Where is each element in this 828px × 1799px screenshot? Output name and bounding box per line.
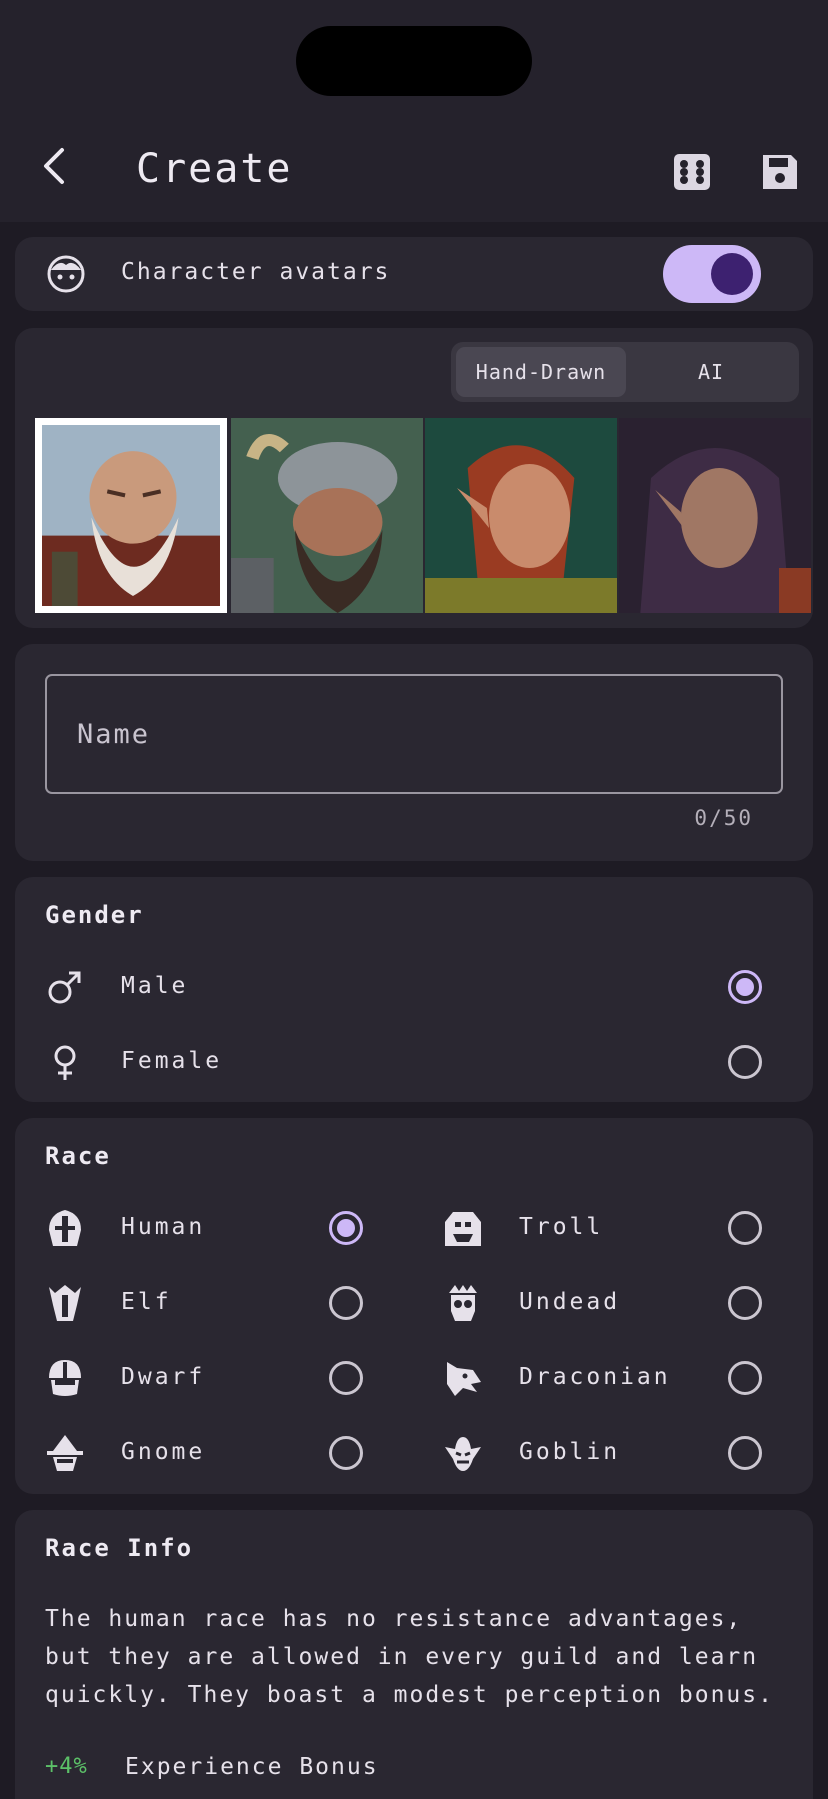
back-button[interactable]: [28, 138, 80, 194]
race-label-dwarf: Dwarf: [121, 1364, 206, 1390]
race-option-draconian[interactable]: Draconian: [443, 1348, 783, 1408]
race-label-undead: Undead: [519, 1289, 621, 1315]
gender-card: Gender Male Female: [15, 877, 813, 1102]
race-label-gnome: Gnome: [121, 1439, 206, 1465]
goblin-icon: [445, 1437, 481, 1471]
radio-female[interactable]: [728, 1045, 762, 1079]
segment-hand-drawn[interactable]: Hand-Drawn: [456, 347, 626, 397]
race-option-gnome[interactable]: Gnome: [45, 1423, 405, 1483]
race-label-goblin: Goblin: [519, 1439, 621, 1465]
name-char-counter: 0/50: [694, 806, 753, 830]
portrait-elf-red-hair[interactable]: [425, 418, 617, 613]
radio-goblin[interactable]: [728, 1436, 762, 1470]
race-option-human[interactable]: Human: [45, 1198, 405, 1258]
avatar-picker-card: Hand-Drawn AI: [15, 328, 813, 628]
elf-helmet-icon: [49, 1285, 81, 1321]
chevron-left-icon: [44, 148, 64, 184]
male-symbol-icon: [48, 971, 81, 1004]
female-symbol-icon: [54, 1045, 76, 1080]
race-info-card: Race Info The human race has no resistan…: [15, 1510, 813, 1799]
race-card: Race Human Troll Elf Undead Dwarf Dracon…: [15, 1118, 813, 1494]
portrait-carousel: [35, 418, 813, 613]
avatar-style-segmented-control: Hand-Drawn AI: [451, 342, 799, 402]
toggle-knob: [711, 253, 753, 295]
human-helmet-icon: [49, 1210, 81, 1246]
dragon-head-icon: [447, 1362, 481, 1396]
avatars-toggle-label: Character avatars: [121, 259, 391, 285]
name-field[interactable]: [45, 674, 783, 794]
bonus-label: Experience Bonus: [125, 1754, 379, 1780]
radio-male[interactable]: [728, 970, 762, 1004]
gnome-icon: [47, 1435, 83, 1471]
camera-notch: [296, 26, 532, 96]
elf-dark-hair-portrait: [619, 418, 811, 613]
floppy-disk-icon: [763, 155, 797, 189]
segment-ai[interactable]: AI: [631, 347, 791, 397]
skull-crown-icon: [449, 1285, 477, 1321]
status-bar: [0, 0, 828, 110]
elf-red-hair-portrait: [425, 418, 617, 613]
race-label-human: Human: [121, 1214, 206, 1240]
dwarf-horned-helm-portrait: [231, 418, 423, 613]
avatar-toggle-card: Character avatars: [15, 237, 813, 311]
radio-human[interactable]: [329, 1211, 363, 1245]
portrait-dwarf-horned[interactable]: [231, 418, 423, 613]
gender-option-female[interactable]: Female: [45, 1032, 783, 1092]
radio-draconian[interactable]: [728, 1361, 762, 1395]
name-card: 0/50: [15, 644, 813, 861]
race-option-dwarf[interactable]: Dwarf: [45, 1348, 405, 1408]
page-title: Create: [136, 146, 293, 192]
radio-elf[interactable]: [329, 1286, 363, 1320]
dwarf-helmet-icon: [49, 1360, 81, 1396]
radio-undead[interactable]: [728, 1286, 762, 1320]
race-option-troll[interactable]: Troll: [443, 1198, 783, 1258]
radio-gnome[interactable]: [329, 1436, 363, 1470]
dwarf-bald-portrait: [42, 425, 220, 606]
portrait-elf-dark-hair[interactable]: [619, 418, 811, 613]
gender-title: Gender: [45, 901, 144, 929]
race-description: The human race has no resistance advanta…: [45, 1606, 774, 1708]
race-label-troll: Troll: [519, 1214, 604, 1240]
race-option-goblin[interactable]: Goblin: [443, 1423, 783, 1483]
troll-icon: [445, 1212, 481, 1246]
gender-label-female: Female: [121, 1048, 223, 1074]
race-info-title: Race Info: [45, 1534, 194, 1562]
race-label-elf: Elf: [121, 1289, 172, 1315]
name-input[interactable]: [47, 676, 781, 792]
radio-dwarf[interactable]: [329, 1361, 363, 1395]
race-option-elf[interactable]: Elf: [45, 1273, 405, 1333]
dice-icon: [674, 154, 710, 190]
save-button[interactable]: [756, 148, 804, 196]
randomize-button[interactable]: [668, 148, 716, 196]
bonus-value: +4%: [45, 1754, 88, 1779]
face-icon: [47, 255, 85, 293]
race-label-draconian: Draconian: [519, 1364, 671, 1390]
radio-troll[interactable]: [728, 1211, 762, 1245]
gender-option-male[interactable]: Male: [45, 957, 783, 1017]
race-title: Race: [45, 1142, 111, 1170]
top-app-bar: Create: [0, 110, 828, 222]
race-option-undead[interactable]: Undead: [443, 1273, 783, 1333]
gender-label-male: Male: [121, 973, 189, 999]
avatars-toggle-switch[interactable]: [663, 245, 761, 303]
portrait-dwarf-bald[interactable]: [35, 418, 227, 613]
